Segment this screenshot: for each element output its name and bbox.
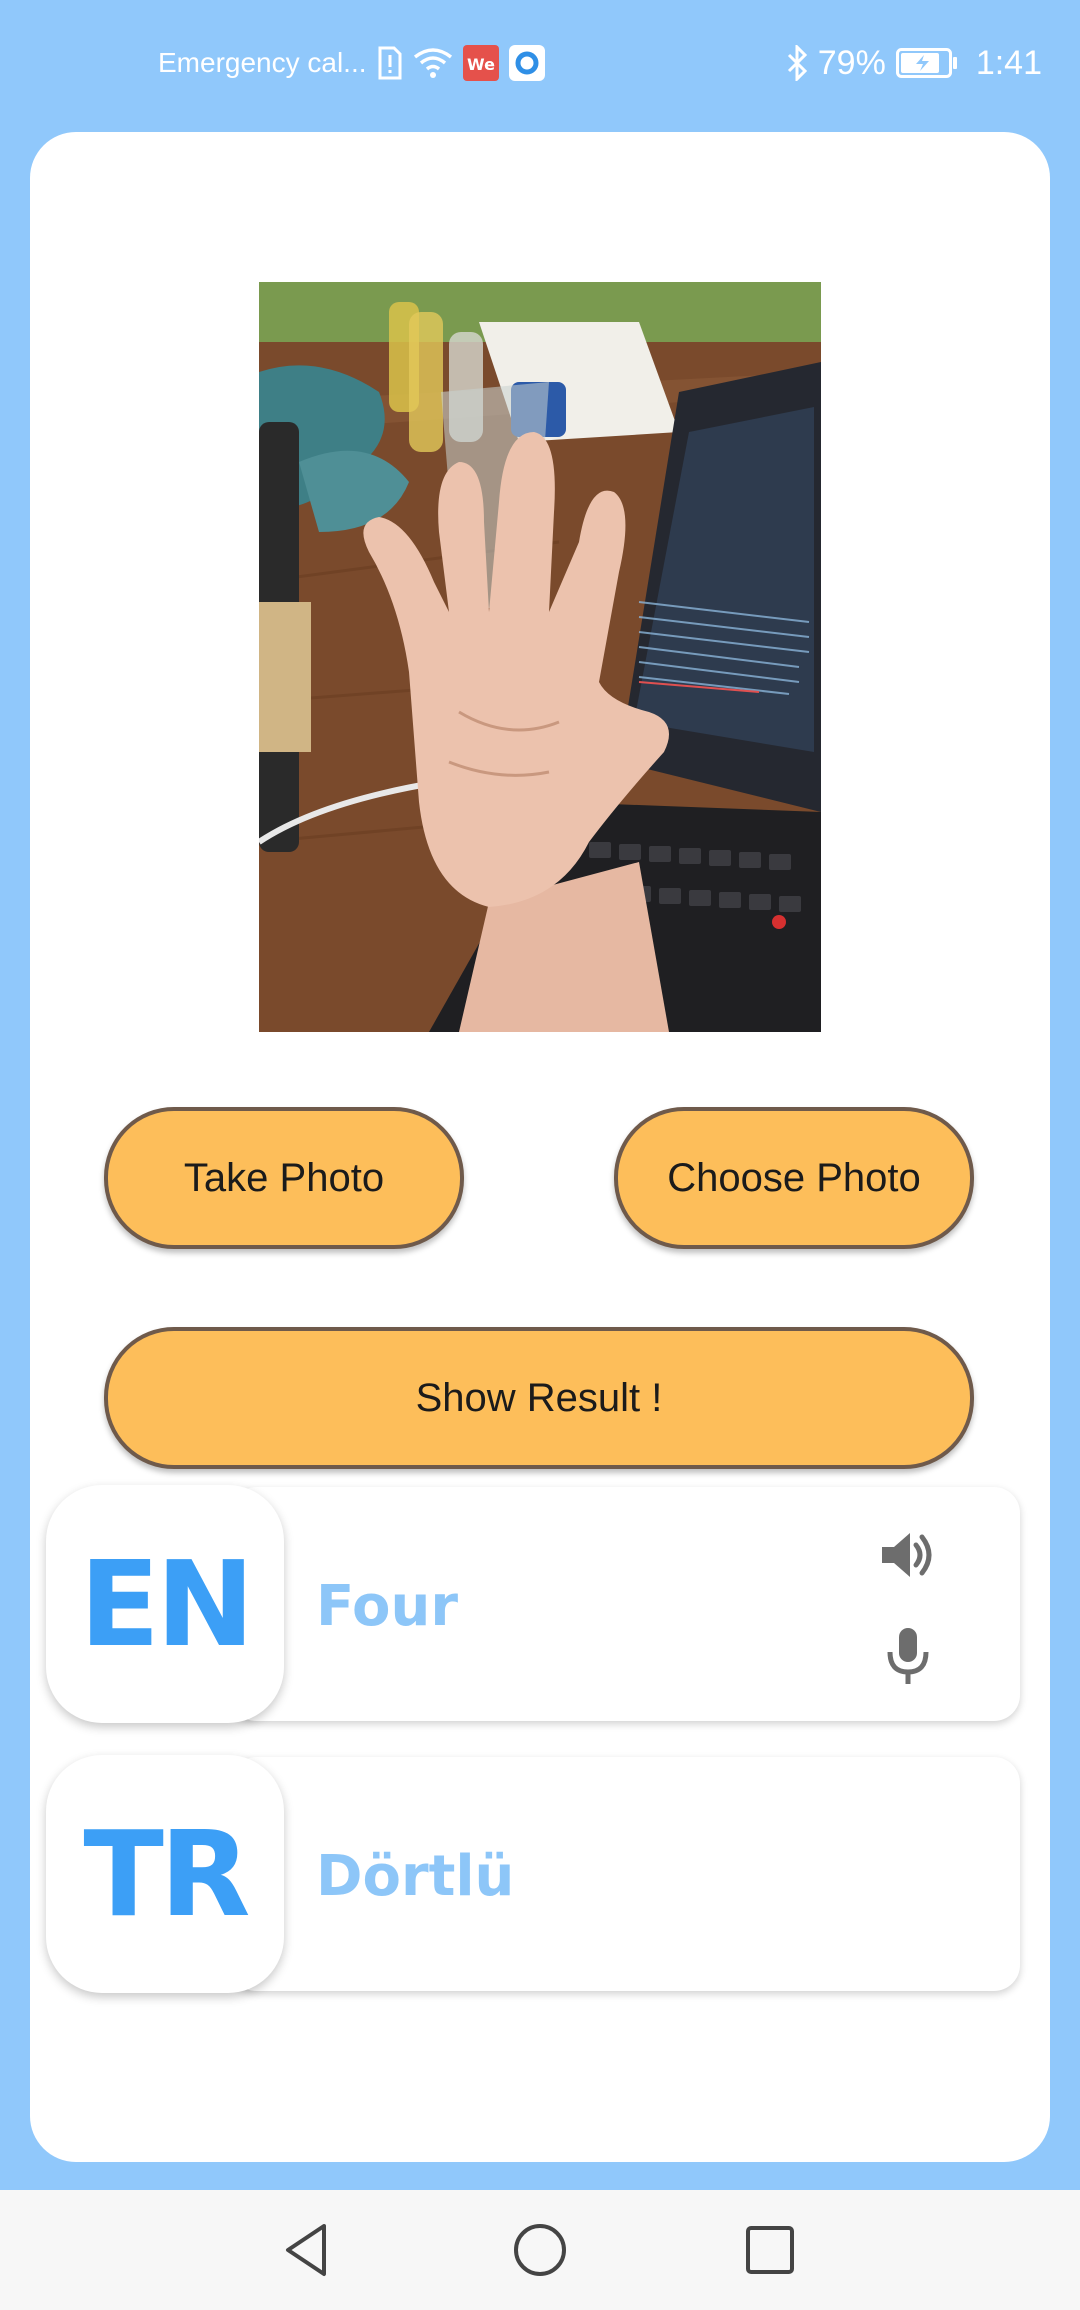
sim-alert-icon — [377, 46, 403, 80]
navigation-bar — [0, 2190, 1080, 2310]
microphone-icon[interactable] — [880, 1624, 936, 1688]
show-result-button[interactable]: Show Result ! — [104, 1327, 974, 1469]
recent-apps-icon[interactable] — [738, 2218, 802, 2282]
app-notification-icon — [508, 45, 545, 81]
carrier-text: Emergency cal... — [158, 47, 367, 78]
choose-photo-label: Choose Photo — [667, 1155, 921, 1200]
english-word: Four — [316, 1574, 458, 1639]
wifi-icon — [413, 47, 453, 79]
weibo-app-icon: We — [462, 45, 499, 81]
back-icon[interactable] — [276, 2218, 340, 2282]
status-left: Emergency cal... We — [158, 38, 545, 88]
show-result-label: Show Result ! — [415, 1375, 663, 1420]
selected-photo — [259, 282, 821, 1032]
bluetooth-icon — [786, 45, 808, 81]
status-right: 79% 1:41 — [786, 38, 1042, 88]
battery-percent: 79% — [817, 43, 886, 82]
speaker-icon[interactable] — [874, 1523, 938, 1587]
take-photo-label: Take Photo — [183, 1155, 385, 1200]
turkish-word: Dörtlü — [316, 1844, 515, 1909]
status-bar: Emergency cal... We 79% 1:41 — [0, 0, 1080, 125]
clock-time: 1:41 — [975, 43, 1042, 82]
turkish-language-badge: TR — [46, 1755, 284, 1993]
english-language-badge: EN — [46, 1485, 284, 1723]
take-photo-button[interactable]: Take Photo — [104, 1107, 464, 1249]
choose-photo-button[interactable]: Choose Photo — [614, 1107, 974, 1249]
svg-text:We: We — [467, 55, 495, 74]
battery-charging-icon — [895, 48, 958, 78]
app-screen: Emergency cal... We 79% 1:41 Take Photo … — [0, 0, 1080, 2310]
home-icon[interactable] — [508, 2218, 572, 2282]
